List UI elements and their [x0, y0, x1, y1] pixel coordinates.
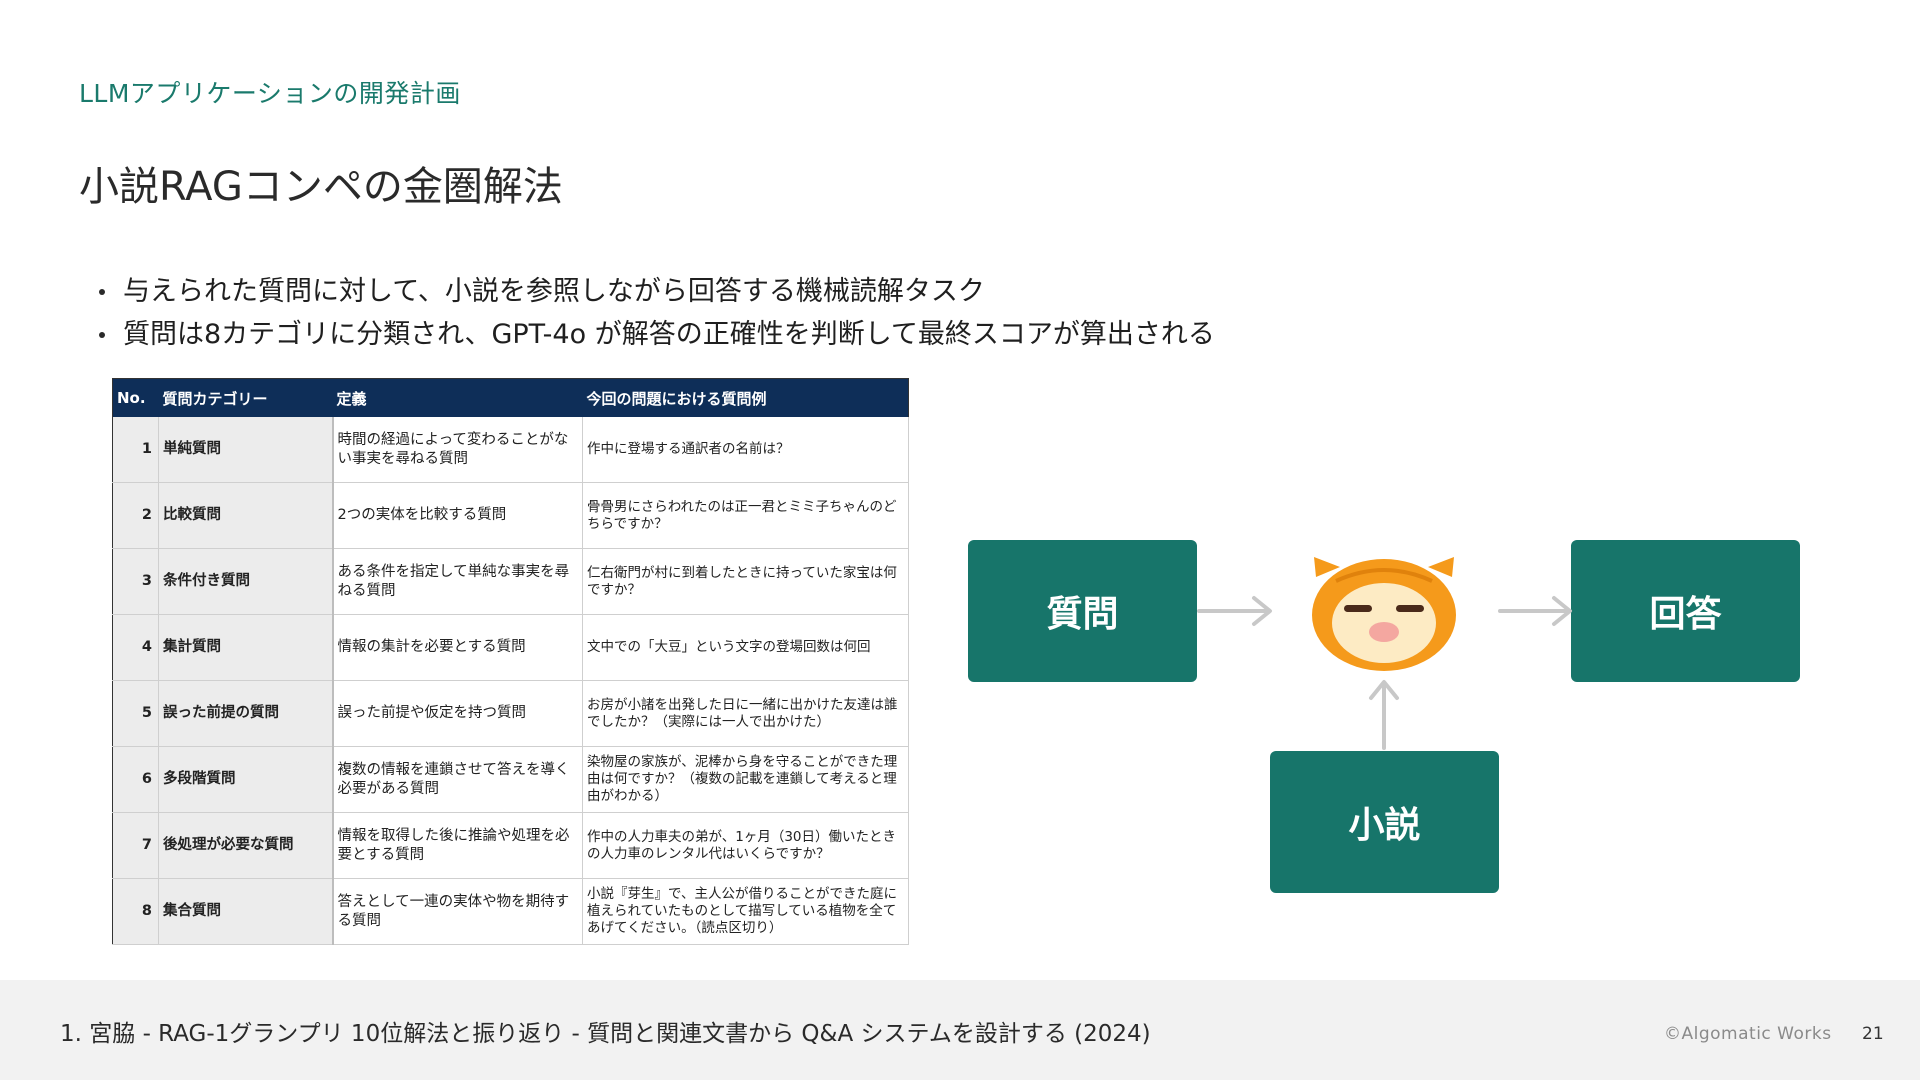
page-number: 21 [1862, 1024, 1884, 1044]
footnote: 1. 宮脇 - RAG-1グランプリ 10位解法と振り返り - 質問と関連文書か… [60, 1021, 1151, 1047]
arrow-novel-to-mascot [1369, 680, 1399, 750]
copyright: ©Algomatic Works [1664, 1024, 1832, 1044]
arrow-question-to-mascot [1197, 596, 1272, 626]
arrow-mascot-to-answer [1498, 596, 1572, 626]
mascot-icon [1312, 557, 1456, 671]
flow-arrows [1197, 596, 1572, 750]
